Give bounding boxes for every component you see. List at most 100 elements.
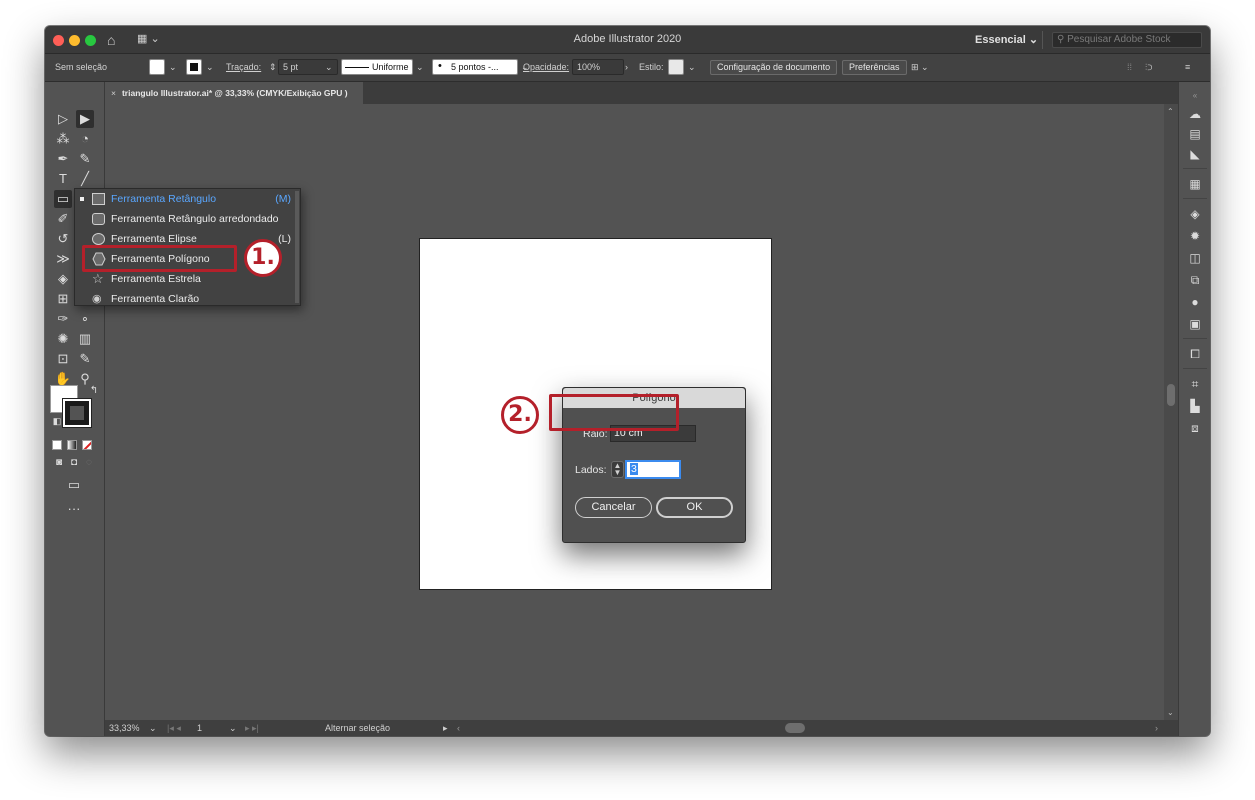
- flyout-item-flare[interactable]: ◉ Ferramenta Clarão: [75, 289, 299, 309]
- flyout-item-rounded-rectangle[interactable]: Ferramenta Retângulo arredondado: [75, 209, 299, 229]
- graph-tool-icon[interactable]: ▥: [76, 330, 94, 348]
- chevron-down-icon[interactable]: ⌄: [149, 720, 157, 736]
- fill-color-swatch[interactable]: [149, 59, 165, 75]
- width-tool-icon[interactable]: ≫: [54, 250, 72, 268]
- mesh-tool-icon[interactable]: ⊞: [54, 290, 72, 308]
- transparency-icon[interactable]: ●: [1187, 294, 1203, 310]
- horizontal-scroll-thumb[interactable]: [785, 723, 805, 733]
- shortcut-label: (M): [275, 193, 291, 205]
- status-bar: 33,33% ⌄ |◂ ◂ 1 ⌄ ▸ ▸| Alternar seleção …: [105, 720, 1178, 736]
- default-colors-icon[interactable]: ◧: [48, 412, 66, 430]
- chevron-down-icon[interactable]: ⌄: [206, 62, 214, 73]
- stroke-swatch[interactable]: [62, 398, 92, 428]
- artboard-tool-icon[interactable]: ⊡: [54, 350, 72, 368]
- stroke-weight-label[interactable]: Traçado:: [226, 62, 261, 72]
- type-tool-icon[interactable]: T: [54, 170, 72, 188]
- graphic-styles-icon[interactable]: ⧠: [1187, 346, 1203, 362]
- opacity-field[interactable]: 100%: [572, 59, 624, 75]
- slice-tool-icon[interactable]: ✎: [76, 350, 94, 368]
- brush-definition[interactable]: • 5 pontos -...: [432, 59, 518, 75]
- swatches-icon[interactable]: ▦: [1187, 176, 1203, 192]
- close-tab-icon[interactable]: ×: [111, 88, 116, 98]
- sides-highlight: [549, 394, 679, 431]
- vertical-scroll-thumb[interactable]: [1167, 384, 1175, 406]
- shape-builder-icon[interactable]: ◈: [54, 270, 72, 288]
- workspace-switcher[interactable]: Essencial ⌄: [975, 33, 1038, 46]
- sides-stepper[interactable]: ▲ ▼: [611, 461, 624, 478]
- draw-inside-icon[interactable]: ◌: [80, 454, 98, 472]
- chevron-down-icon[interactable]: ⌄: [688, 62, 696, 73]
- paintbrush-icon[interactable]: ✐: [54, 210, 72, 228]
- gradient-icon[interactable]: ▣: [1187, 316, 1203, 332]
- chevron-down-icon[interactable]: ⌄: [169, 62, 177, 73]
- document-tab[interactable]: × triangulo Illustrator.ai* @ 33,33% (CMY…: [105, 82, 363, 104]
- line-tool-icon[interactable]: ╱: [76, 170, 94, 188]
- eyedropper-icon[interactable]: ✑: [54, 310, 72, 328]
- vertical-scrollbar[interactable]: ⌃ ⌄: [1164, 104, 1178, 720]
- appearance-icon[interactable]: ✹: [1187, 228, 1203, 244]
- polygon-highlight: [82, 245, 237, 272]
- tools-panel: ▷ ▶ ⁂ ◔ ✒ ✎ T ╱ ▭ ✐ ↺ ≫ ◈ ⊞ ✑ ∘ ✺ ▥ ⊡ ✎ …: [45, 82, 105, 736]
- direct-selection-icon[interactable]: ▷: [54, 110, 72, 128]
- rounded-rectangle-icon: [92, 213, 105, 225]
- pen-tool-icon[interactable]: ✒: [54, 150, 72, 168]
- stroke-color-swatch[interactable]: [186, 59, 202, 75]
- chevron-right-icon[interactable]: ›: [625, 62, 628, 72]
- graphic-style-swatch[interactable]: [668, 59, 684, 75]
- stepper-icon[interactable]: ⇕: [269, 62, 277, 73]
- asset-export-icon[interactable]: ◫: [1187, 250, 1203, 266]
- flyout-item-label: Ferramenta Estrela: [111, 273, 201, 285]
- none-mode-icon[interactable]: [82, 440, 92, 450]
- arrange-icon[interactable]: ⊞ ⌄: [911, 62, 929, 73]
- sides-field[interactable]: 3: [625, 460, 681, 479]
- rotate-tool-icon[interactable]: ↺: [54, 230, 72, 248]
- align-icon[interactable]: ⫶⊃: [1145, 62, 1153, 73]
- flyout-scrollbar[interactable]: [295, 191, 299, 303]
- scroll-up-icon[interactable]: ⌃: [1167, 107, 1174, 116]
- zoom-level[interactable]: 33,33%: [109, 720, 140, 736]
- chevron-down-icon[interactable]: ⌄: [229, 720, 237, 736]
- opacity-label[interactable]: Opacidade:: [523, 62, 569, 72]
- chevron-down-icon[interactable]: ⌄: [325, 62, 333, 73]
- document-setup-button[interactable]: Configuração de documento: [710, 60, 838, 75]
- more-tools-icon[interactable]: ···: [65, 500, 83, 518]
- curvature-tool-icon[interactable]: ✎: [76, 150, 94, 168]
- flyout-item-rectangle[interactable]: Ferramenta Retângulo (M): [75, 189, 299, 209]
- rectangle-tool-icon[interactable]: ▭: [54, 190, 72, 208]
- pathfinder-icon[interactable]: ⧈: [1187, 420, 1203, 436]
- layers-icon[interactable]: ◈: [1187, 206, 1203, 222]
- last-artboard-icon[interactable]: ▸ ▸|: [245, 720, 259, 736]
- status-menu-icon[interactable]: ▸: [443, 720, 448, 736]
- libraries-icon[interactable]: ☁: [1187, 106, 1203, 122]
- stock-search-input[interactable]: ⚲ Pesquisar Adobe Stock: [1052, 32, 1202, 48]
- menu-icon[interactable]: ≡: [1185, 62, 1190, 72]
- artboard-number[interactable]: 1: [197, 720, 202, 736]
- swap-colors-icon[interactable]: ↰: [85, 382, 103, 400]
- collapse-panels-icon[interactable]: «: [1187, 88, 1203, 104]
- gradient-mode-icon[interactable]: [67, 440, 77, 450]
- blend-tool-icon[interactable]: ∘: [76, 310, 94, 328]
- document-tab-title: triangulo Illustrator.ai* @ 33,33% (CMYK…: [121, 88, 348, 98]
- symbol-sprayer-icon[interactable]: ✺: [54, 330, 72, 348]
- lasso-icon[interactable]: ◔: [76, 130, 94, 148]
- align-panel-icon[interactable]: ▙: [1187, 398, 1203, 414]
- chevron-down-icon[interactable]: ⌄: [416, 62, 424, 73]
- preferences-button[interactable]: Preferências: [842, 60, 907, 75]
- properties-icon[interactable]: ▤: [1187, 126, 1203, 142]
- grid-icon[interactable]: ⁞⁞: [1127, 62, 1132, 72]
- ok-button[interactable]: OK: [656, 497, 733, 518]
- color-mode-icon[interactable]: [52, 440, 62, 450]
- scroll-left-icon[interactable]: ‹: [457, 720, 460, 736]
- screen-mode-icon[interactable]: ▭: [65, 476, 83, 494]
- cancel-button[interactable]: Cancelar: [575, 497, 652, 518]
- scroll-right-icon[interactable]: ›: [1155, 720, 1158, 736]
- transform-icon[interactable]: ⌗: [1187, 376, 1203, 392]
- stroke-panel-icon[interactable]: ◣: [1187, 146, 1203, 162]
- magic-wand-icon[interactable]: ⁂: [54, 130, 72, 148]
- artboards-icon[interactable]: ⧉: [1187, 272, 1203, 288]
- selection-tool-icon[interactable]: ▶: [76, 110, 94, 128]
- flyout-item-label: Ferramenta Retângulo arredondado: [111, 213, 279, 225]
- first-artboard-icon[interactable]: |◂ ◂: [167, 720, 181, 736]
- scroll-down-icon[interactable]: ⌄: [1167, 708, 1174, 717]
- variable-width-profile[interactable]: Uniforme: [341, 59, 413, 75]
